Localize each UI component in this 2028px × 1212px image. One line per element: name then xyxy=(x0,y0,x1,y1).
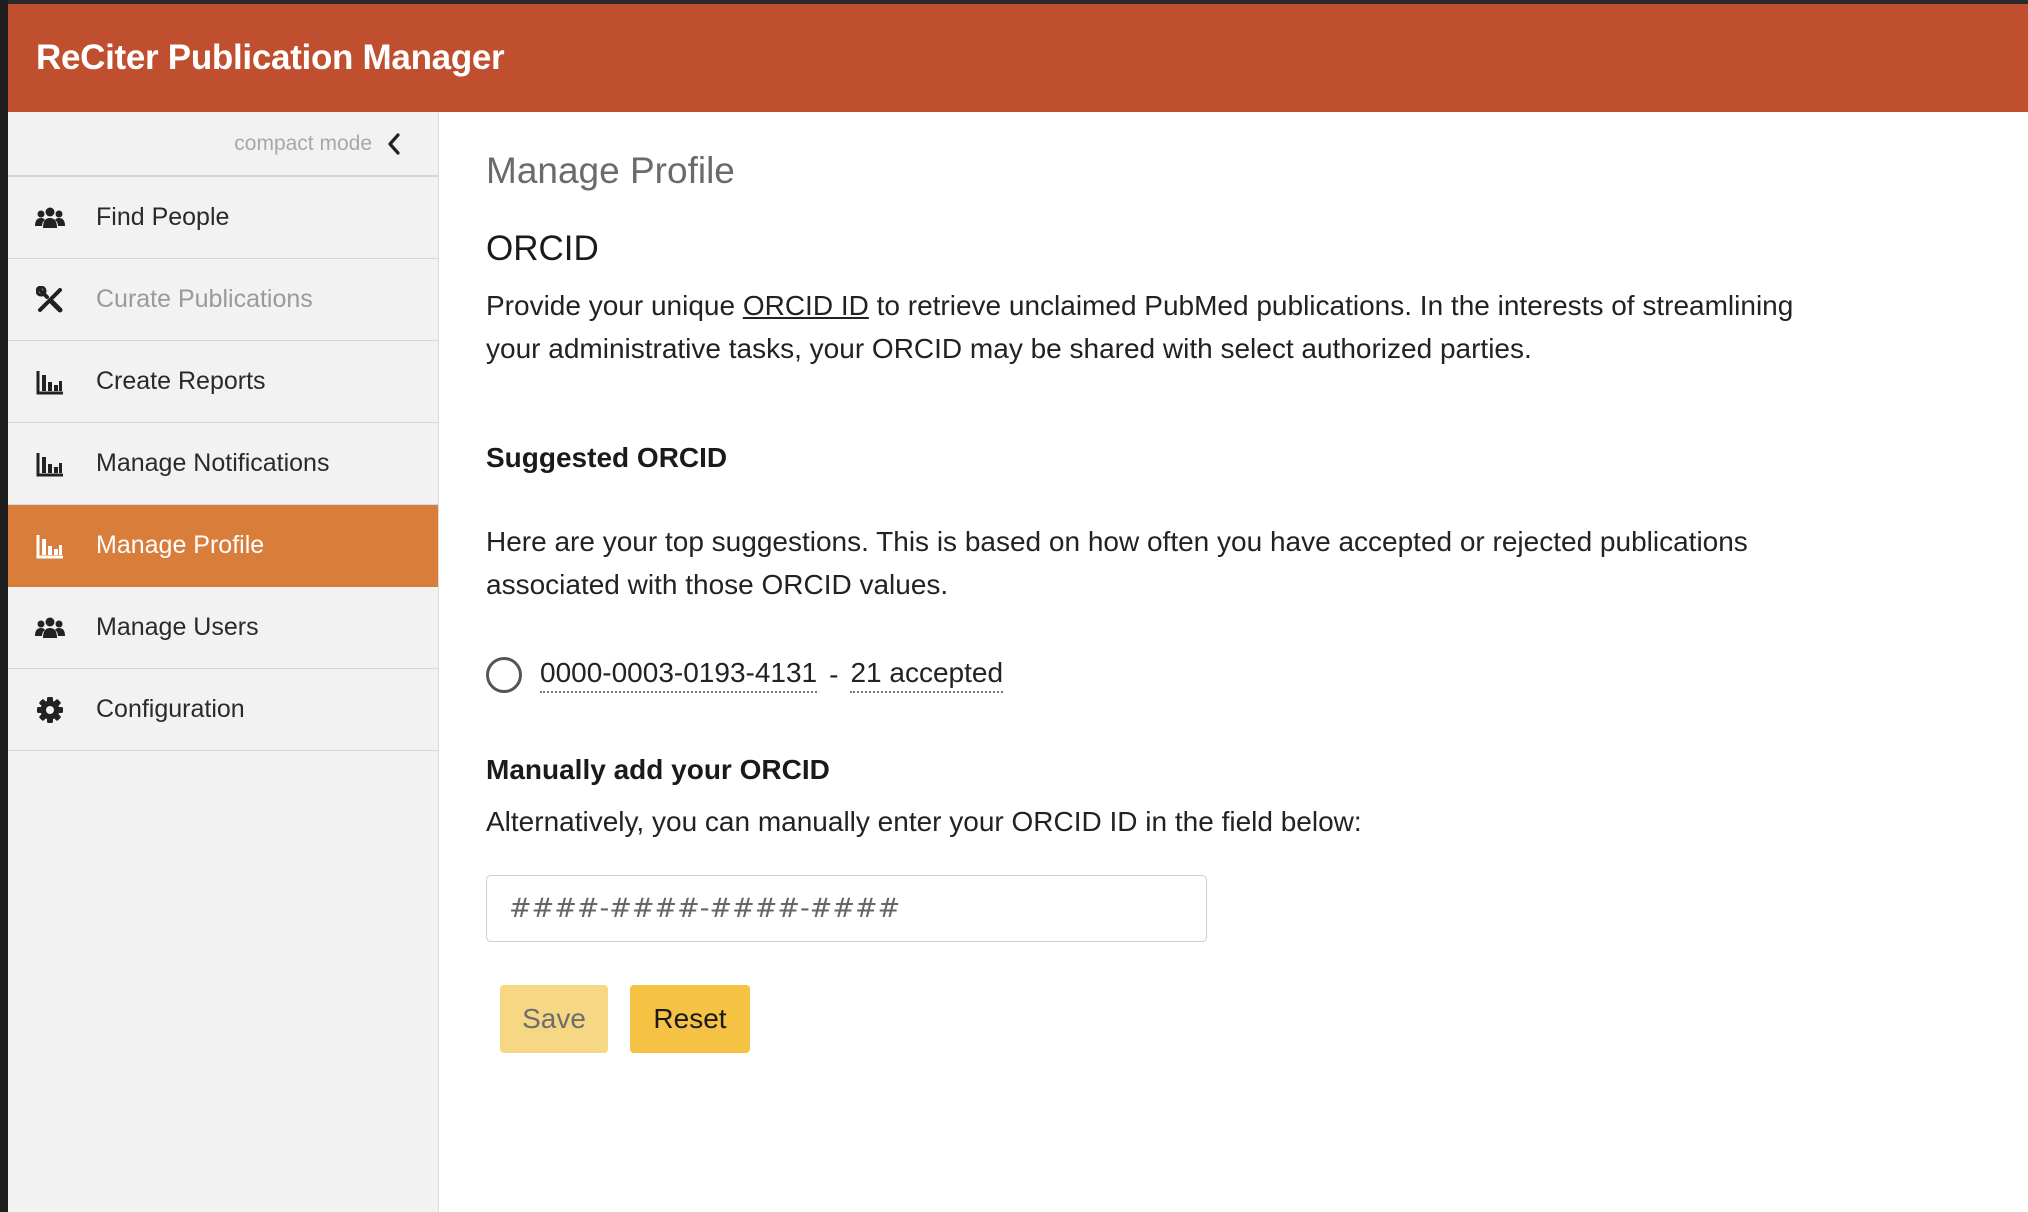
users-icon xyxy=(34,202,66,234)
suggested-orcid-option[interactable]: 0000-0003-0193-4131 - 21 accepted xyxy=(486,657,1004,693)
compact-mode-label: compact mode xyxy=(234,131,372,155)
window-edge xyxy=(0,0,8,1212)
sidebar-item-configuration[interactable]: Configuration xyxy=(8,669,438,751)
sidebar-item-label: Find People xyxy=(96,203,230,231)
top-header: ReCiter Publication Manager xyxy=(8,4,2028,112)
sidebar-item-label: Manage Notifications xyxy=(96,449,330,477)
sidebar-item-manage-notifications[interactable]: Manage Notifications xyxy=(8,423,438,505)
app-window: ReCiter Publication Manager compact mode… xyxy=(8,4,2028,1212)
orcid-id-link[interactable]: ORCID ID xyxy=(743,290,869,321)
sidebar: compact mode Find People Curate Publicat… xyxy=(8,112,439,1212)
compact-mode-toggle[interactable]: compact mode xyxy=(8,112,438,177)
save-button[interactable]: Save xyxy=(500,985,608,1053)
orcid-separator: - xyxy=(829,659,839,690)
orcid-heading: ORCID xyxy=(486,229,599,268)
sidebar-item-manage-profile[interactable]: Manage Profile xyxy=(8,505,438,587)
sidebar-item-label: Manage Profile xyxy=(96,531,265,559)
page-title: Manage Profile xyxy=(486,150,735,191)
sidebar-item-label: Configuration xyxy=(96,695,245,723)
orcid-input[interactable] xyxy=(486,875,1207,942)
chevron-left-icon[interactable] xyxy=(386,132,402,156)
sidebar-item-curate-publications[interactable]: Curate Publications xyxy=(8,259,438,341)
orcid-intro-text: Provide your unique ORCID ID to retrieve… xyxy=(486,284,1816,370)
users-icon xyxy=(34,612,66,644)
gear-icon xyxy=(34,694,66,726)
tools-icon xyxy=(34,284,66,316)
suggested-orcid-heading: Suggested ORCID xyxy=(486,442,728,473)
suggested-orcid-value[interactable]: 0000-0003-0193-4131 xyxy=(540,657,818,693)
suggested-orcid-text: Here are your top suggestions. This is b… xyxy=(486,526,1748,600)
sidebar-item-label: Manage Users xyxy=(96,613,259,641)
bar-chart-icon xyxy=(34,366,66,398)
sidebar-item-label: Curate Publications xyxy=(96,285,313,313)
reset-button[interactable]: Reset xyxy=(630,985,750,1053)
manual-orcid-text: Alternatively, you can manually enter yo… xyxy=(486,806,1362,837)
manual-orcid-heading: Manually add your ORCID xyxy=(486,754,830,785)
sidebar-item-create-reports[interactable]: Create Reports xyxy=(8,341,438,423)
sidebar-item-find-people[interactable]: Find People xyxy=(8,177,438,259)
bar-chart-icon xyxy=(34,448,66,480)
accepted-count[interactable]: 21 accepted xyxy=(850,657,1004,693)
sidebar-item-manage-users[interactable]: Manage Users xyxy=(8,587,438,669)
intro-text-start: Provide your unique xyxy=(486,290,743,321)
sidebar-item-label: Create Reports xyxy=(96,367,266,395)
app-title[interactable]: ReCiter Publication Manager xyxy=(36,38,505,78)
bar-chart-icon xyxy=(34,530,66,562)
orcid-radio-button[interactable] xyxy=(486,657,522,693)
